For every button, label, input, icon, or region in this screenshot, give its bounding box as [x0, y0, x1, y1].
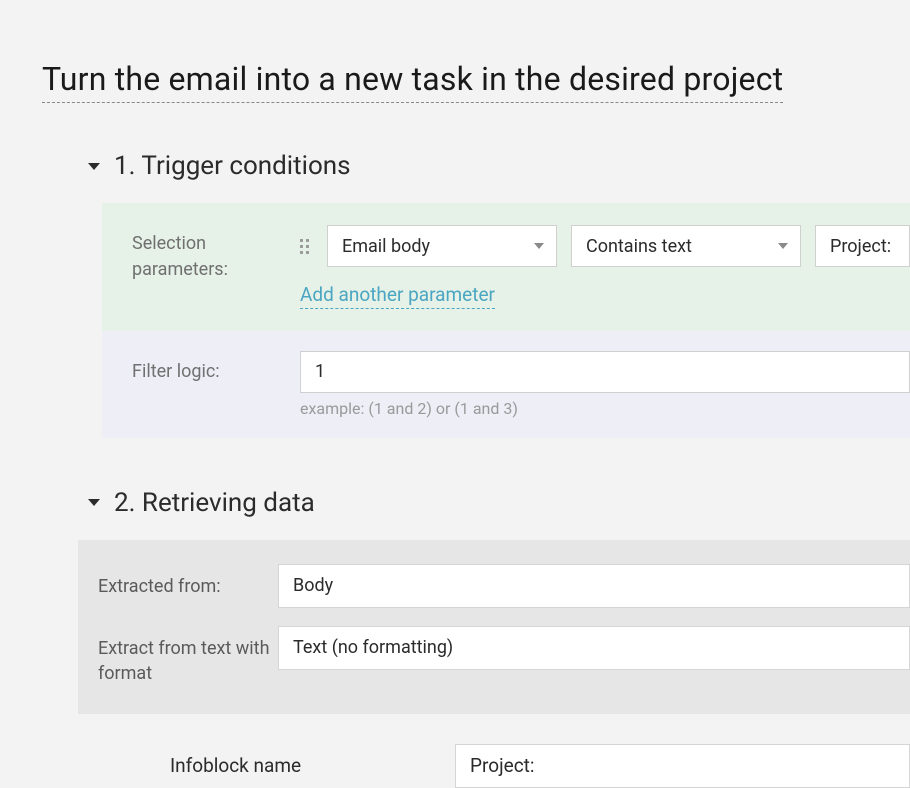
page-title[interactable]: Turn the email into a new task in the de…	[42, 60, 783, 103]
section-2-heading: 2. Retrieving data	[114, 488, 315, 518]
param-operator-value: Contains text	[586, 236, 768, 257]
retrieving-data-block: Extracted from: Body Extract from text w…	[78, 540, 910, 788]
section-1-heading: 1. Trigger conditions	[114, 151, 351, 181]
filter-logic-row: Filter logic: example: (1 and 2) or (1 a…	[102, 331, 910, 438]
param-field-select[interactable]: Email body	[327, 225, 557, 267]
chevron-down-icon	[534, 243, 544, 249]
add-parameter-link[interactable]: Add another parameter	[300, 283, 495, 309]
param-field-value: Email body	[342, 236, 524, 257]
filter-logic-hint: example: (1 and 2) or (1 and 3)	[300, 399, 910, 418]
param-value-text: Project:	[830, 236, 897, 257]
extract-format-label: Extract from text with format	[98, 626, 278, 686]
retrieving-data-panel: Extracted from: Body Extract from text w…	[78, 540, 910, 714]
selection-parameters-row: Selection parameters: Email body Contain…	[102, 203, 910, 331]
selection-parameters-label: Selection parameters:	[132, 225, 300, 283]
section-2-header[interactable]: 2. Retrieving data	[88, 488, 910, 518]
param-operator-select[interactable]: Contains text	[571, 225, 801, 267]
extracted-from-value: Body	[293, 575, 333, 596]
extracted-from-label: Extracted from:	[98, 564, 278, 599]
infoblock-row: Infoblock name	[78, 714, 910, 788]
caret-down-icon	[88, 163, 100, 170]
filter-logic-input[interactable]	[300, 351, 910, 393]
extracted-from-select[interactable]: Body	[278, 564, 910, 608]
caret-down-icon	[88, 499, 100, 506]
infoblock-name-label: Infoblock name	[170, 754, 455, 777]
extract-format-value: Text (no formatting)	[293, 637, 453, 658]
section-1-header[interactable]: 1. Trigger conditions	[88, 151, 910, 181]
chevron-down-icon	[778, 243, 788, 249]
trigger-conditions-block: Selection parameters: Email body Contain…	[102, 203, 910, 438]
infoblock-name-input[interactable]	[455, 744, 910, 788]
param-value-input[interactable]: Project:	[815, 225, 910, 267]
drag-handle-icon[interactable]	[300, 239, 309, 254]
filter-logic-label: Filter logic:	[132, 351, 300, 384]
extract-format-select[interactable]: Text (no formatting)	[278, 626, 910, 670]
